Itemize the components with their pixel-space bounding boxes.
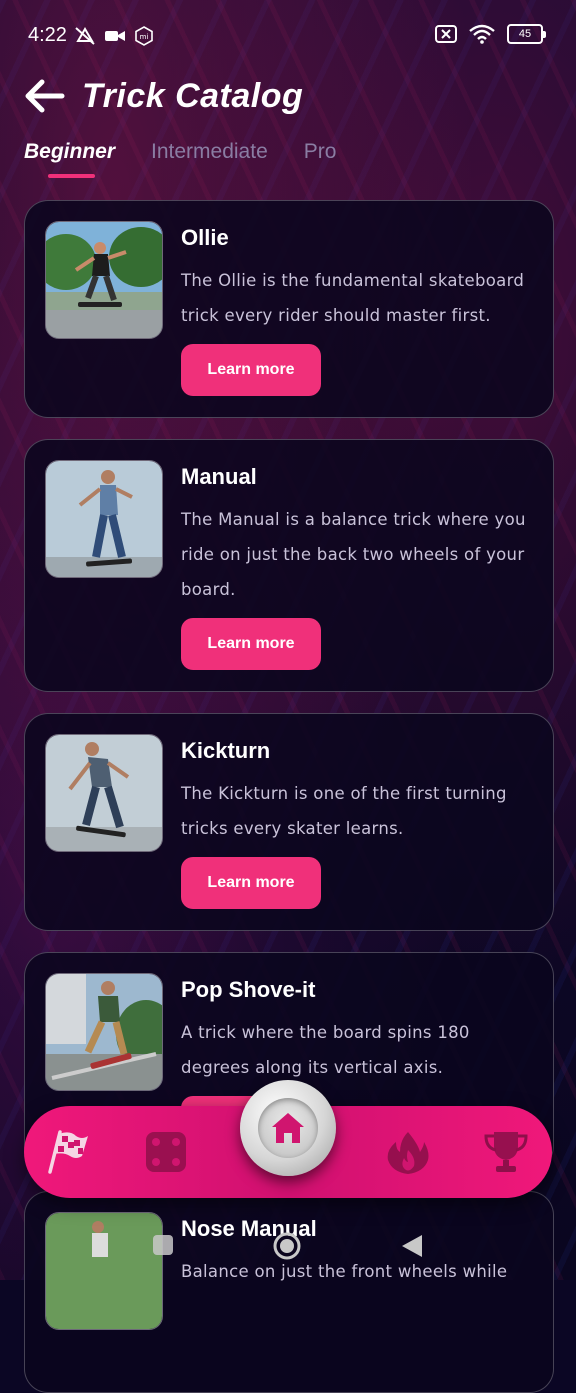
- home-system-icon[interactable]: [272, 1231, 302, 1261]
- home-button[interactable]: [240, 1080, 336, 1176]
- trick-image: [45, 460, 163, 578]
- back-arrow-icon[interactable]: [22, 74, 66, 118]
- checkered-flag-icon[interactable]: [44, 1128, 92, 1176]
- tab-intermediate[interactable]: Intermediate: [151, 140, 268, 178]
- trick-name: Pop Shove-it: [181, 977, 316, 1002]
- mute-vibrate-icon: [75, 27, 95, 45]
- status-time: 4:22: [28, 24, 67, 46]
- trick-description: The Ollie is the fundamental skateboard …: [181, 271, 525, 325]
- learn-more-button[interactable]: Learn more: [181, 857, 321, 909]
- trick-card: Kickturn The Kickturn is one of the firs…: [24, 713, 554, 931]
- trick-image: [45, 973, 163, 1091]
- home-icon: [272, 1113, 304, 1143]
- app-header: Trick Catalog: [22, 72, 303, 120]
- trick-card: Nose Manual Balance on just the front wh…: [24, 1191, 554, 1393]
- battery-icon: 45: [507, 24, 543, 44]
- system-nav-bar: [0, 1228, 576, 1264]
- battery-level: 45: [518, 28, 532, 40]
- wifi-icon: [469, 24, 495, 44]
- trick-card: Manual The Manual is a balance trick whe…: [24, 439, 554, 692]
- trick-name: Manual: [181, 464, 257, 489]
- recent-apps-icon[interactable]: [152, 1234, 174, 1256]
- sim-off-icon: [435, 25, 457, 43]
- dice-icon[interactable]: [142, 1128, 190, 1176]
- tab-pro[interactable]: Pro: [304, 140, 337, 178]
- trick-image: [45, 221, 163, 339]
- trick-name: Ollie: [181, 225, 229, 250]
- learn-more-button[interactable]: Learn more: [181, 618, 321, 670]
- trick-image: [45, 734, 163, 852]
- trick-description: The Kickturn is one of the first turning…: [181, 784, 507, 838]
- tab-beginner[interactable]: Beginner: [24, 140, 115, 178]
- trophy-icon[interactable]: [482, 1128, 530, 1176]
- difficulty-tabs: Beginner Intermediate Pro: [24, 140, 336, 178]
- status-bar: 4:22 mi 45: [0, 0, 576, 72]
- fire-icon[interactable]: [384, 1128, 432, 1176]
- mi-icon: mi: [135, 26, 153, 46]
- trick-description: A trick where the board spins 180 degree…: [181, 1023, 470, 1077]
- svg-text:mi: mi: [140, 33, 149, 41]
- trick-name: Kickturn: [181, 738, 271, 763]
- back-system-icon[interactable]: [400, 1233, 424, 1259]
- learn-more-button[interactable]: Learn more: [181, 344, 321, 396]
- page-title: Trick Catalog: [82, 76, 304, 115]
- trick-description: The Manual is a balance trick where you …: [181, 510, 526, 599]
- video-icon: [105, 31, 125, 41]
- trick-card: Ollie The Ollie is the fundamental skate…: [24, 200, 554, 418]
